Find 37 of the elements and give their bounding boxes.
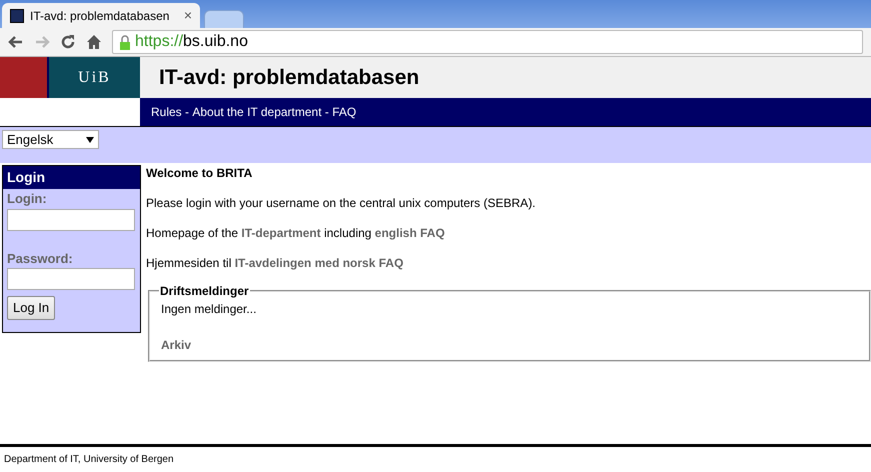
nav-link[interactable]: FAQ bbox=[332, 103, 356, 121]
message: Ingen meldinger... bbox=[161, 301, 258, 318]
browser-tab[interactable] bbox=[204, 10, 244, 28]
forward-icon[interactable] bbox=[34, 34, 50, 50]
field-label: Password: bbox=[6, 250, 74, 268]
nav-link[interactable]: Rules bbox=[151, 103, 182, 121]
login-button[interactable]: Log In bbox=[7, 296, 56, 320]
paragraph: Please login with your username on the central unix computers (SEBRA). bbox=[146, 195, 537, 211]
address-bar[interactable]: https://bs.uib.no bbox=[112, 30, 863, 54]
favicon bbox=[10, 8, 24, 22]
nav-separator: - bbox=[184, 104, 190, 121]
logo: UiB bbox=[47, 57, 140, 98]
link[interactable]: IT-avdelingen med norsk FAQ bbox=[234, 256, 404, 270]
panel-header: Login bbox=[3, 166, 140, 189]
language-select[interactable]: Engelsk bbox=[2, 130, 99, 149]
paragraph: Hjemmesiden til IT-avdelingen med norsk FAQ bbox=[146, 255, 404, 271]
nav-separator: - bbox=[324, 104, 330, 121]
browser-tab[interactable]: IT-avd: problemdatabasen × bbox=[2, 3, 200, 28]
page-title: IT-avd: problemdatabasen bbox=[159, 64, 420, 91]
link[interactable]: IT-department bbox=[241, 226, 321, 240]
reload-icon[interactable] bbox=[60, 34, 76, 50]
paragraph: Homepage of the IT-department including english FAQ bbox=[146, 225, 446, 241]
input-field[interactable] bbox=[7, 268, 135, 290]
lock-icon bbox=[119, 34, 131, 50]
link[interactable]: english FAQ bbox=[374, 226, 445, 240]
home-icon[interactable] bbox=[86, 34, 102, 50]
close-button[interactable]: × bbox=[184, 5, 192, 26]
logo-block bbox=[0, 57, 47, 98]
field-label: Login: bbox=[6, 190, 48, 208]
caret-icon bbox=[86, 136, 94, 142]
heading: Welcome to BRITA bbox=[146, 165, 254, 181]
footer-text: Department of IT, University of Bergen bbox=[4, 454, 174, 465]
back-icon[interactable] bbox=[8, 34, 24, 50]
input-field[interactable] bbox=[7, 208, 135, 230]
legend: Driftsmeldinger bbox=[159, 285, 250, 297]
nav-link[interactable]: About the IT department bbox=[192, 103, 322, 121]
archive-link[interactable]: Arkiv bbox=[161, 338, 192, 352]
